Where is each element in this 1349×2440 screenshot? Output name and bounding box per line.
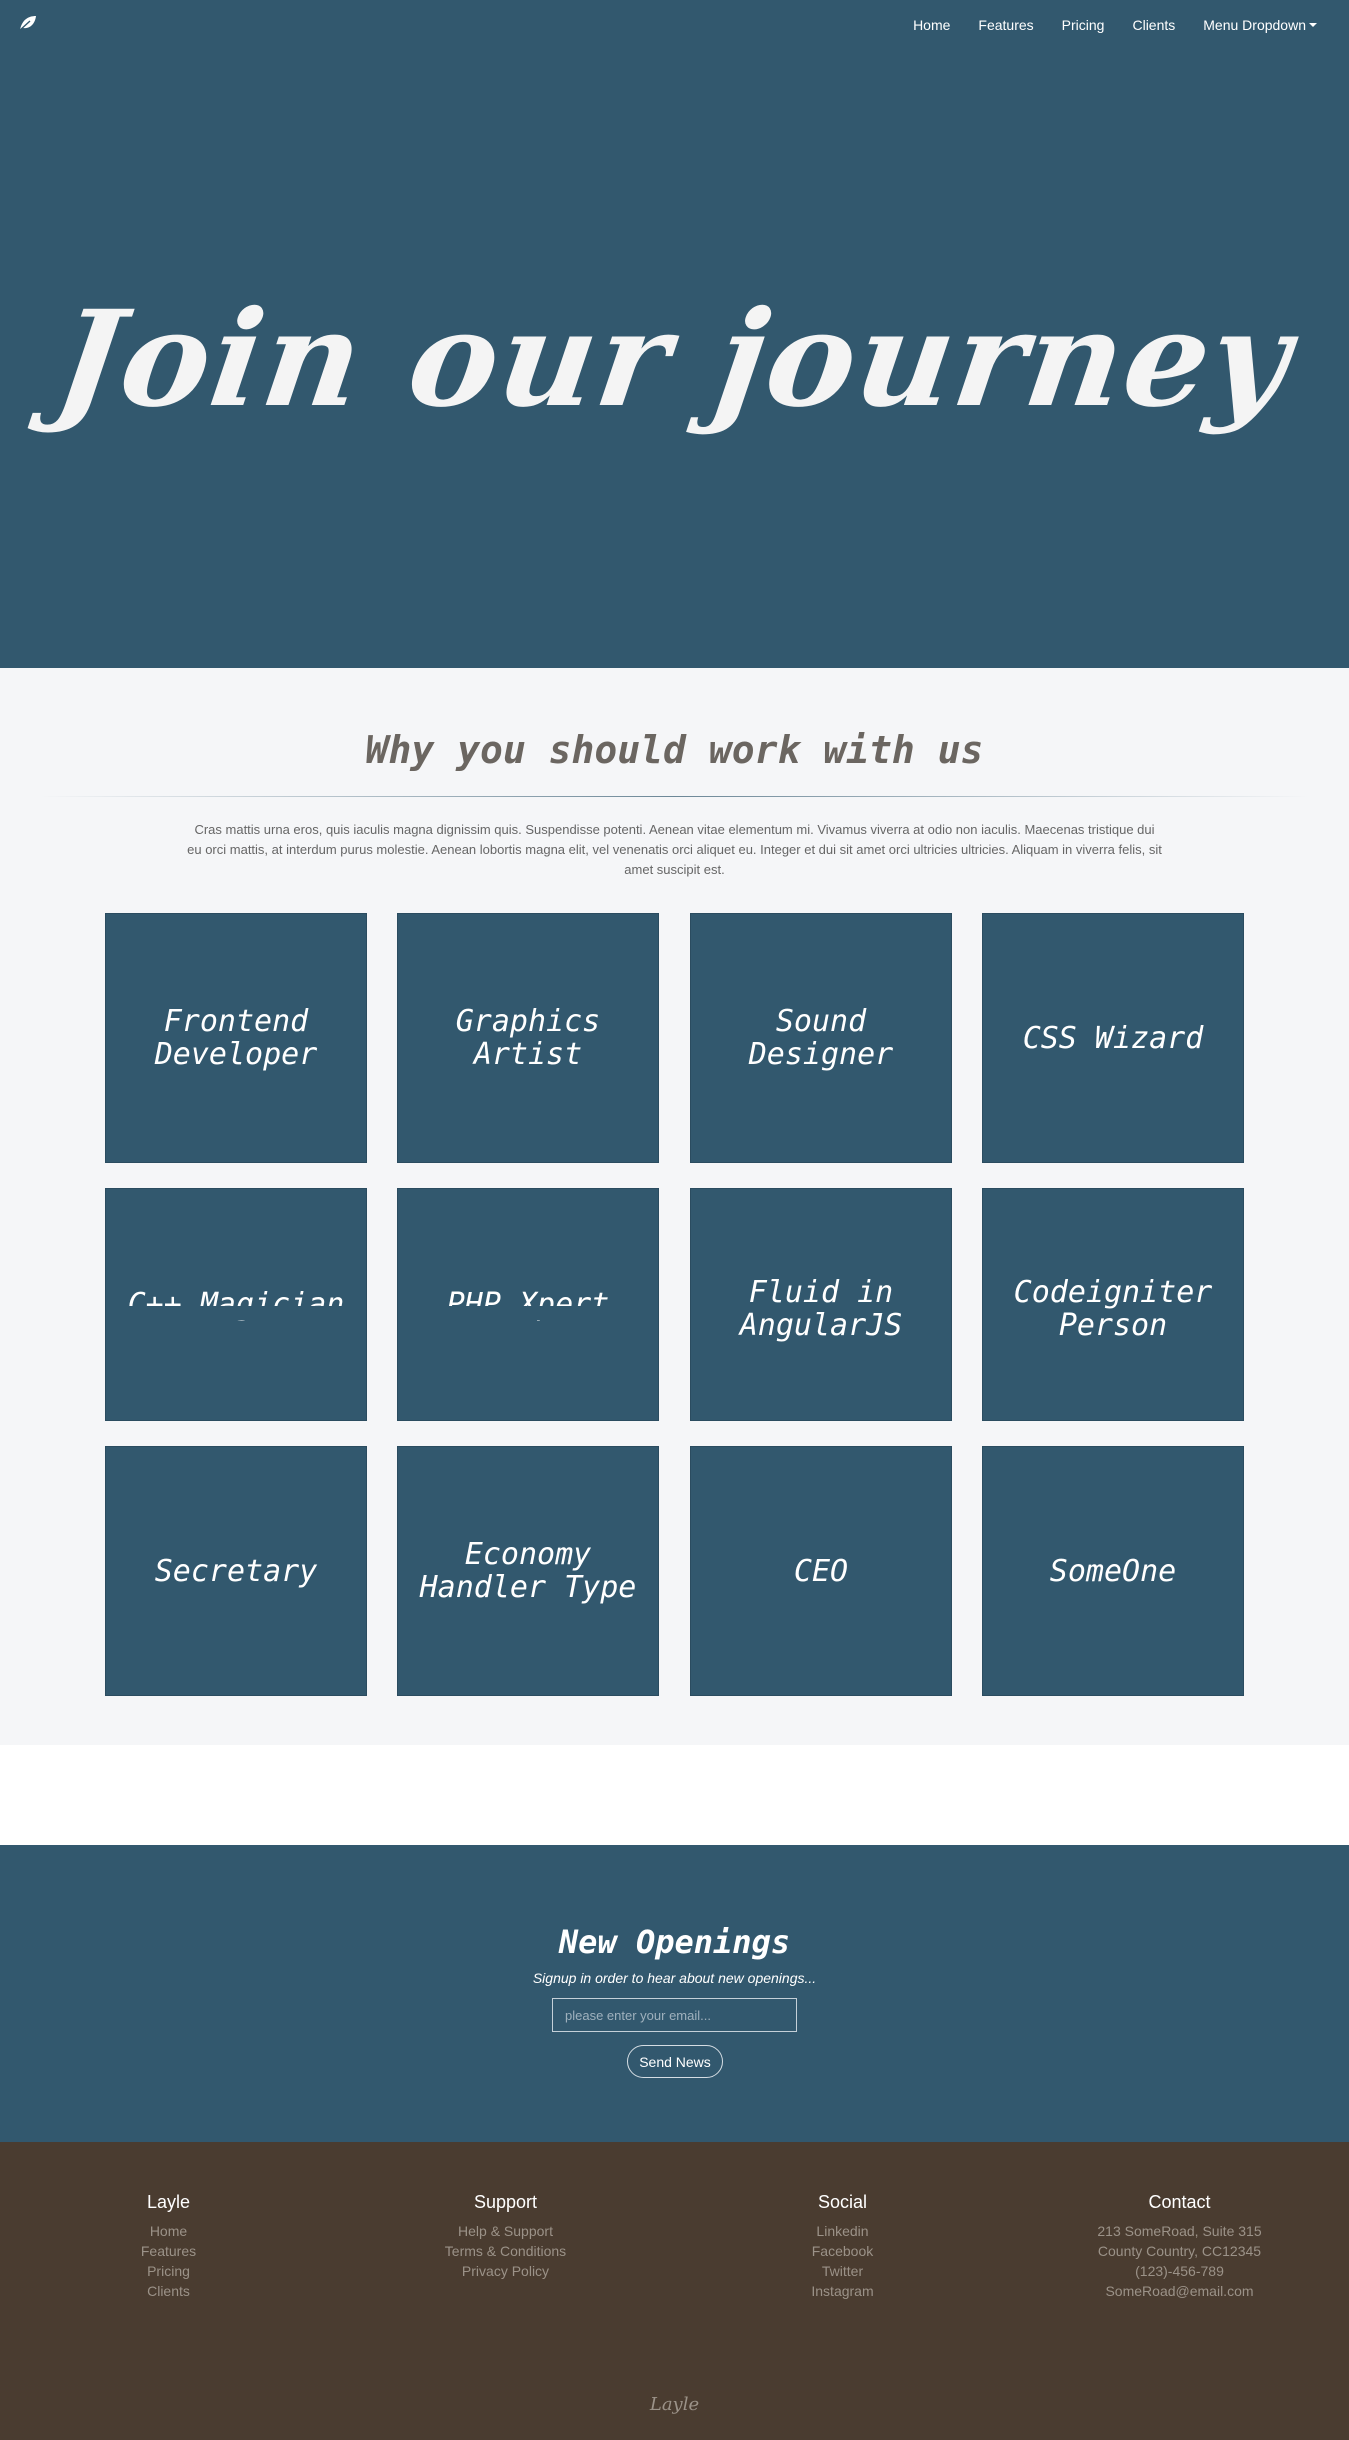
footer-link-pricing[interactable]: Pricing [0,2261,337,2281]
footer-address-line-1: 213 SomeRoad, Suite 315 [1097,2223,1262,2239]
why-title: Why you should work with us [365,728,984,772]
role-card-title: CSS Wizard [1022,1020,1204,1056]
role-card[interactable]: Graphics Artist [397,913,659,1163]
footer-logo: Layle [649,2394,700,2415]
role-card[interactable]: Fluid in AngularJS [690,1188,952,1421]
leaf-icon [18,14,38,37]
role-card[interactable]: Economy Handler Type [397,1446,659,1696]
navbar: Home Features Pricing Clients Menu Dropd… [0,0,1349,50]
role-card-title: SomeOne [1049,1553,1177,1589]
nav-item-pricing[interactable]: Pricing [1048,0,1119,50]
footer-column-title: Contact [1148,2192,1211,2212]
nav-item-clients[interactable]: Clients [1118,0,1189,50]
footer-link-facebook[interactable]: Facebook [674,2241,1011,2261]
role-card-title: Graphics Artist [455,1004,601,1072]
role-card-title: Codeigniter Person [1013,1274,1213,1343]
newsletter-section: New Openings Signup in order to hear abo… [0,1845,1349,2142]
nav-item-features[interactable]: Features [964,0,1047,50]
send-news-button[interactable]: Send News [627,2045,723,2078]
footer-address-line-2: County Country, CC12345 [1097,2243,1262,2259]
footer-email[interactable]: SomeRoad@email.com [1011,2281,1348,2301]
role-card[interactable]: CSS Wizard [982,913,1244,1163]
footer-column-contact: Contact 213 SomeRoad, Suite 315 County C… [1011,2192,1348,2301]
footer-column-title: Support [473,2192,538,2212]
role-card[interactable]: C++ Magician [105,1188,367,1421]
white-spacer [0,1745,1349,1845]
nav-item-menu-dropdown-label: Menu Dropdown [1203,17,1306,33]
footer-link-clients[interactable]: Clients [0,2281,337,2301]
card-clip-overlay [398,1306,658,1320]
role-card-title: Sound Designer [748,1004,894,1072]
role-card[interactable]: Sound Designer [690,913,952,1163]
footer-column-support: Support Help & Support Terms & Condition… [337,2192,674,2281]
nav-item-menu-dropdown[interactable]: Menu Dropdown [1189,0,1333,50]
hero-section: Join our journey [0,0,1349,668]
email-input[interactable] [552,1998,797,2032]
footer-column-title: Social [817,2192,868,2212]
card-clip-overlay [106,1306,366,1320]
footer-link-home[interactable]: Home [0,2221,337,2241]
why-description: Cras mattis urna eros, quis iaculis magn… [187,822,1162,877]
role-card[interactable]: Secretary [105,1446,367,1696]
footer-link-privacy[interactable]: Privacy Policy [337,2261,674,2281]
openings-title: New Openings [558,1923,791,1961]
section-divider [40,796,1309,797]
brand-logo[interactable] [16,13,40,37]
footer-link-features[interactable]: Features [0,2241,337,2261]
footer-link-linkedin[interactable]: Linkedin [674,2221,1011,2241]
footer-phone: (123)-456-789 [1135,2263,1224,2279]
role-card-title: Secretary [154,1553,318,1589]
hero-title: Join our journey [47,281,1302,437]
role-card-title: CEO [793,1553,849,1589]
why-section: Why you should work with us Cras mattis … [0,668,1349,1745]
role-card-title: Economy Handler Type [419,1537,637,1605]
footer: Layle Home Features Pricing Clients Supp… [0,2142,1349,2440]
footer-link-instagram[interactable]: Instagram [674,2281,1011,2301]
caret-down-icon [1309,23,1317,27]
openings-subtitle: Signup in order to hear about new openin… [532,1970,817,1986]
footer-column-social: Social Linkedin Facebook Twitter Instagr… [674,2192,1011,2301]
role-card[interactable]: PHP Xpert [397,1188,659,1421]
role-card-title: Frontend Developer [154,1004,318,1072]
footer-link-twitter[interactable]: Twitter [674,2261,1011,2281]
footer-link-terms[interactable]: Terms & Conditions [337,2241,674,2261]
footer-column-layle: Layle Home Features Pricing Clients [0,2192,337,2301]
role-card[interactable]: CEO [690,1446,952,1696]
footer-column-title: Layle [146,2192,191,2212]
role-card[interactable]: Frontend Developer [105,913,367,1163]
footer-link-help-support[interactable]: Help & Support [337,2221,674,2241]
role-card[interactable]: SomeOne [982,1446,1244,1696]
role-card[interactable]: Codeigniter Person [982,1188,1244,1421]
nav-item-home[interactable]: Home [899,0,964,50]
role-card-title: Fluid in AngularJS [739,1274,903,1343]
nav-menu: Home Features Pricing Clients Menu Dropd… [899,0,1333,50]
